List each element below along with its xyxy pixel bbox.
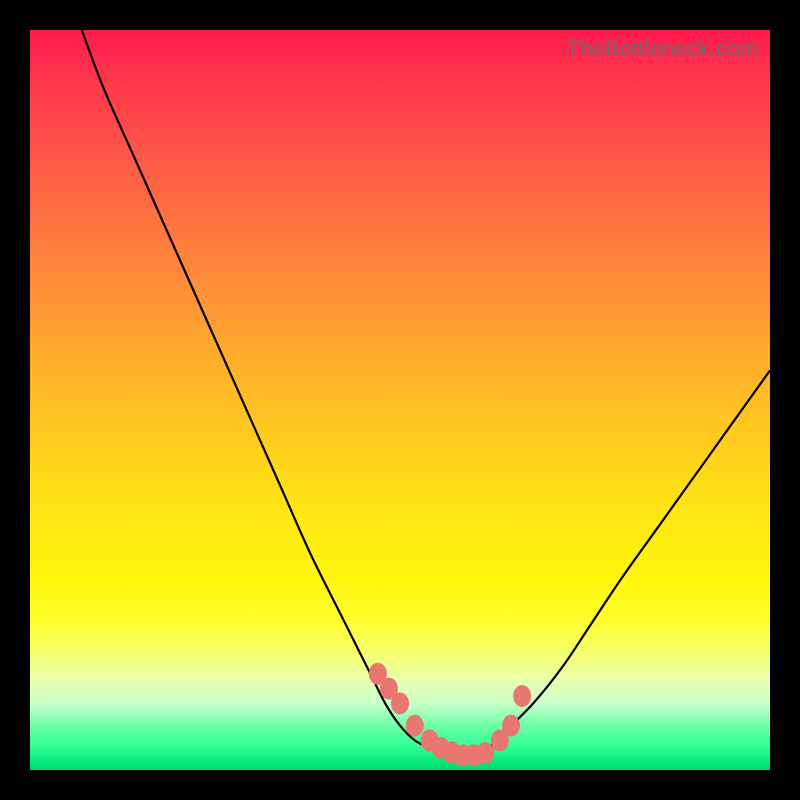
curve-layer	[30, 30, 770, 770]
highlight-marker	[391, 692, 409, 714]
highlight-marker	[476, 742, 494, 764]
highlight-marker	[406, 715, 424, 737]
plot-area: TheBottleneck.com	[30, 30, 770, 770]
highlight-marker	[502, 715, 520, 737]
highlight-marker	[513, 685, 531, 707]
bottleneck-curve	[82, 30, 770, 755]
chart-frame: TheBottleneck.com	[0, 0, 800, 800]
